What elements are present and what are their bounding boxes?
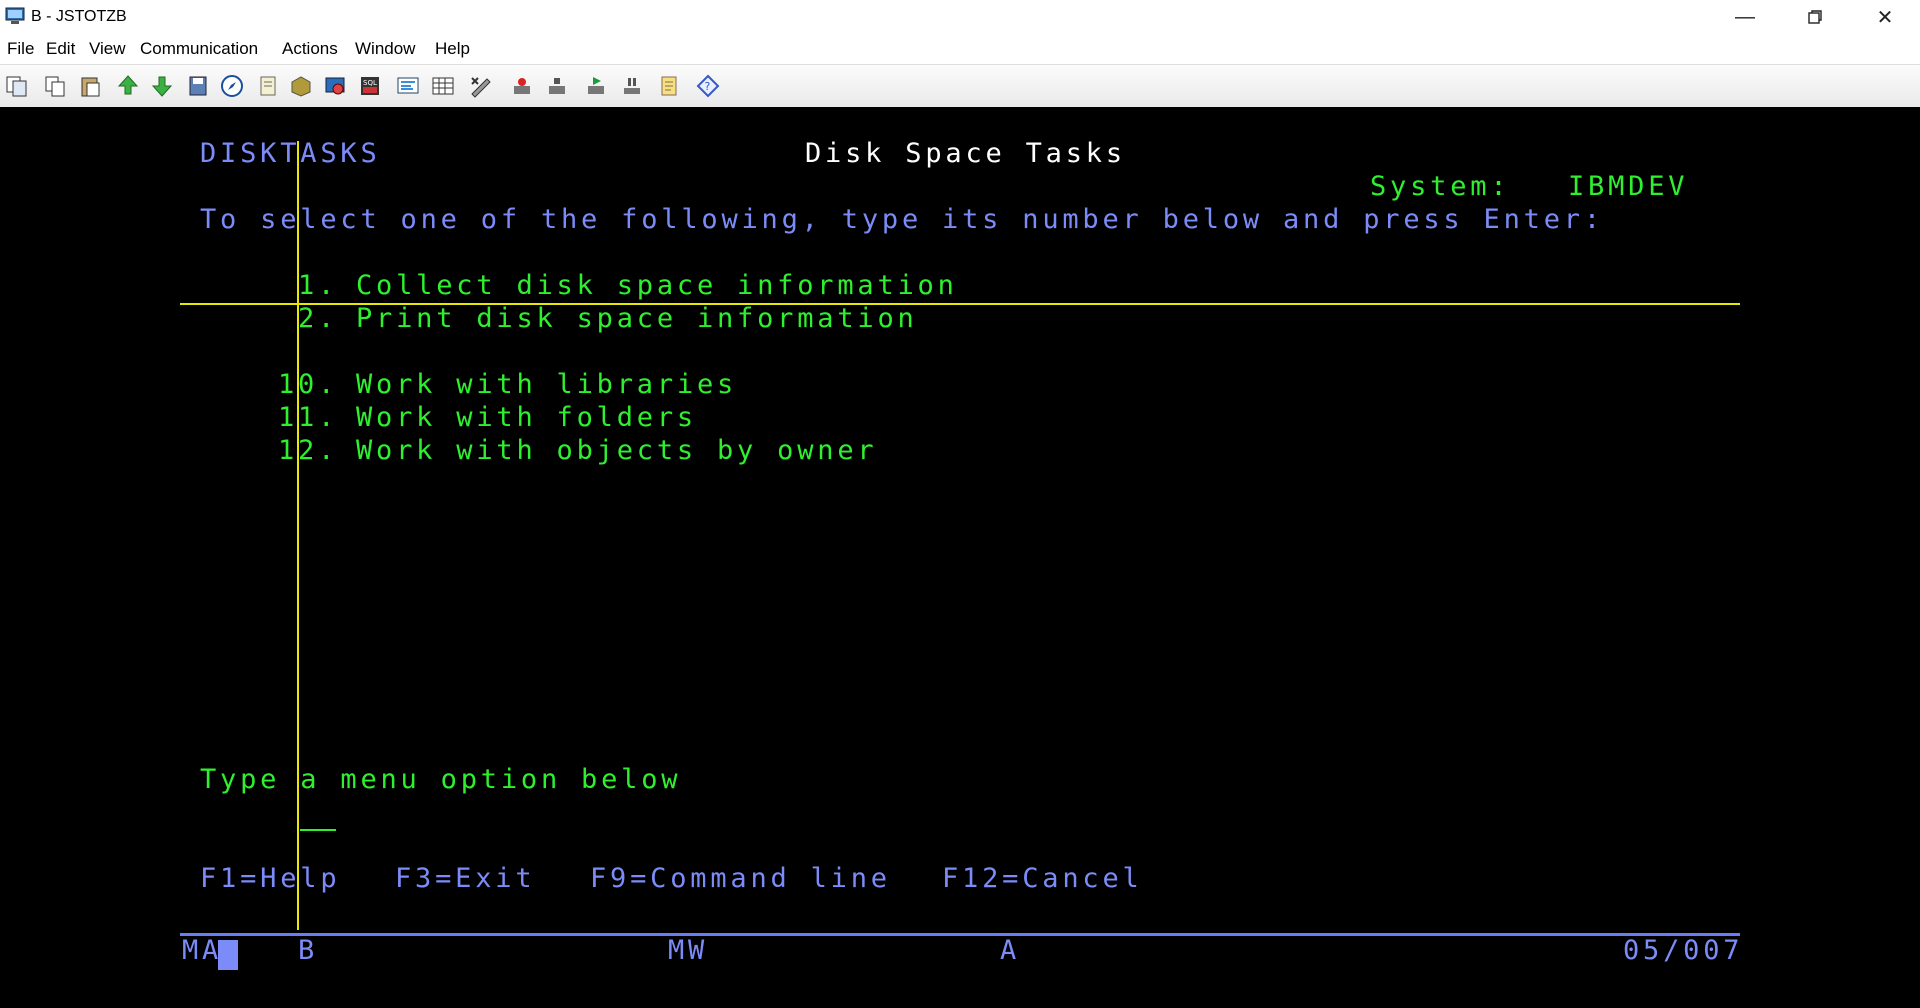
menu-edit[interactable]: Edit <box>46 39 75 59</box>
notepad-icon[interactable] <box>657 74 681 98</box>
status-session: B <box>298 935 319 966</box>
instruction-text: To select one of the following, type its… <box>200 204 1604 235</box>
option-work-with-objects-by-owner[interactable]: Work with objects by owner <box>356 434 877 467</box>
grid-icon[interactable] <box>431 74 455 98</box>
close-button[interactable]: ✕ <box>1850 0 1920 34</box>
fkey-exit[interactable]: F3=Exit <box>395 862 535 895</box>
option-number: 1. <box>298 270 339 301</box>
fkey-cancel[interactable]: F12=Cancel <box>942 862 1143 895</box>
restore-icon <box>1808 10 1822 24</box>
window-title: B - JSTOTZB <box>31 8 127 25</box>
status-left: MA <box>182 935 223 966</box>
copy-screen-icon[interactable] <box>43 74 67 98</box>
option-collect-disk-info[interactable]: Collect disk space information <box>356 269 958 302</box>
option-number: 10. <box>278 369 339 400</box>
save-icon[interactable] <box>186 74 210 98</box>
box-icon[interactable] <box>289 74 313 98</box>
system-label: System: <box>1370 171 1511 202</box>
svg-text:?: ? <box>705 80 711 93</box>
menu-help[interactable]: Help <box>435 39 470 59</box>
option-number: 2. <box>298 303 339 334</box>
send-file-icon[interactable] <box>116 74 140 98</box>
app-icon <box>5 7 25 24</box>
settings-icon[interactable] <box>323 74 347 98</box>
menu-view[interactable]: View <box>89 39 126 59</box>
system-value: IBMDEV <box>1568 171 1689 202</box>
option-number: 11. <box>278 402 339 433</box>
macro-play-icon[interactable] <box>584 74 608 98</box>
sql-icon[interactable]: SQL <box>358 74 382 98</box>
menu-bar: File Edit View Communication Actions Win… <box>0 34 1920 64</box>
edit-keys-icon[interactable] <box>469 74 493 98</box>
status-mode: MW <box>668 935 709 966</box>
cursor-block <box>218 940 238 970</box>
menu-communication[interactable]: Communication <box>140 39 258 59</box>
crosshair-horizontal <box>180 303 1740 305</box>
crosshair-vertical <box>297 141 299 930</box>
menu-actions[interactable]: Actions <box>282 39 338 59</box>
prompt-text: Type a menu option below <box>200 764 682 795</box>
receive-file-icon[interactable] <box>150 74 174 98</box>
terminal-screen[interactable]: DISKTASKS Disk Space Tasks System: IBMDE… <box>0 107 1920 1008</box>
menu-window[interactable]: Window <box>355 39 415 59</box>
paste-icon[interactable] <box>79 74 103 98</box>
title-bar: B - JSTOTZB — ✕ <box>0 0 1920 34</box>
status-divider <box>180 933 1740 936</box>
pause-icon[interactable] <box>620 74 644 98</box>
fkey-command-line[interactable]: F9=Command line <box>590 862 891 895</box>
display-icon[interactable] <box>396 74 420 98</box>
toolbar: SQL ? <box>0 64 1920 108</box>
notes-icon[interactable] <box>256 74 280 98</box>
fkey-help[interactable]: F1=Help <box>200 862 340 895</box>
option-print-disk-info[interactable]: Print disk space information <box>356 302 918 335</box>
macro-record-icon[interactable] <box>510 74 534 98</box>
macro-stop-icon[interactable] <box>545 74 569 98</box>
minimize-button[interactable]: — <box>1710 0 1780 34</box>
menu-id: DISKTASKS <box>200 138 381 169</box>
cursor-position: 05/007 <box>1623 935 1744 966</box>
navigate-icon[interactable] <box>220 74 244 98</box>
menu-option-input[interactable] <box>300 829 336 831</box>
copy-icon[interactable] <box>5 74 29 98</box>
restore-button[interactable] <box>1780 0 1850 34</box>
option-work-with-libraries[interactable]: Work with libraries <box>356 368 737 401</box>
option-work-with-folders[interactable]: Work with folders <box>356 401 697 434</box>
svg-text:SQL: SQL <box>363 79 377 87</box>
help-icon[interactable]: ? <box>696 74 720 98</box>
menu-file[interactable]: File <box>7 39 34 59</box>
status-indicator: A <box>1000 935 1021 966</box>
screen-title: Disk Space Tasks <box>805 138 1126 169</box>
option-number: 12. <box>278 435 339 466</box>
